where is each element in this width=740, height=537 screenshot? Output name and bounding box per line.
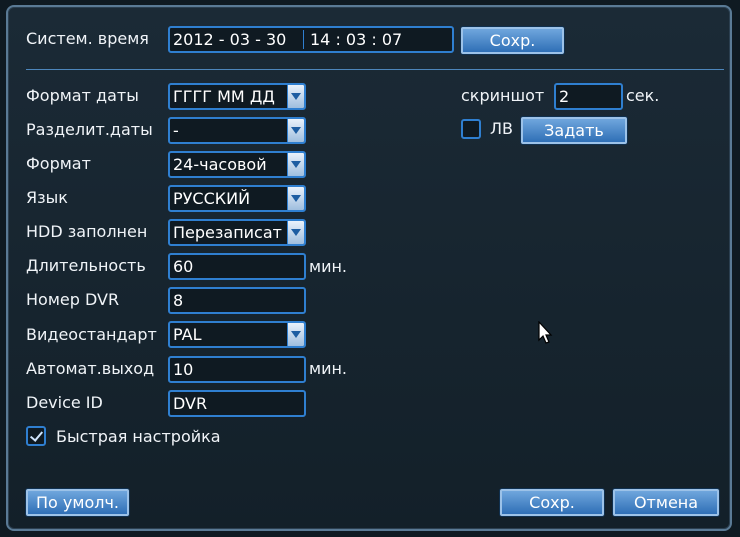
- date-separator-label: Разделит.даты: [26, 120, 153, 139]
- system-time-value[interactable]: 14 : 03 : 07: [310, 28, 402, 51]
- date-format-label: Формат даты: [26, 86, 139, 105]
- auto-logout-unit: мин.: [309, 359, 348, 378]
- date-separator-value: -: [173, 121, 179, 140]
- save-button[interactable]: Сохр.: [500, 489, 604, 516]
- chevron-down-icon[interactable]: [287, 85, 304, 108]
- date-time-separator: [303, 30, 304, 49]
- dvr-number-input[interactable]: 8: [168, 287, 306, 314]
- mouse-cursor-icon: [538, 321, 553, 344]
- quick-setup-label: Быстрая настройка: [56, 427, 221, 446]
- dvr-number-label: Номер DVR: [26, 290, 120, 309]
- time-format-select[interactable]: 24-часовой: [168, 151, 306, 178]
- system-date-value[interactable]: 2012 - 03 - 30: [173, 30, 286, 49]
- duration-input[interactable]: 60: [168, 253, 306, 280]
- chevron-down-icon[interactable]: [287, 153, 304, 176]
- defaults-button[interactable]: По умолч.: [26, 489, 129, 516]
- save-time-button[interactable]: Сохр.: [461, 27, 564, 54]
- chevron-down-icon[interactable]: [287, 119, 304, 142]
- lv-label: ЛВ: [490, 119, 514, 138]
- language-select[interactable]: РУССКИЙ: [168, 185, 306, 212]
- system-time-label: Систем. время: [26, 29, 149, 48]
- system-time-field[interactable]: 2012 - 03 - 30 14 : 03 : 07: [168, 26, 454, 53]
- time-format-label: Формат: [26, 154, 91, 173]
- lv-checkbox[interactable]: [461, 119, 481, 139]
- device-id-input[interactable]: DVR: [168, 390, 306, 417]
- video-standard-label: Видеостандарт: [26, 325, 157, 344]
- video-standard-value: PAL: [173, 325, 202, 344]
- duration-label: Длительность: [26, 256, 146, 275]
- screenshot-label: скриншот: [461, 86, 545, 105]
- divider: [26, 69, 724, 70]
- date-separator-select[interactable]: -: [168, 117, 306, 144]
- language-value: РУССКИЙ: [173, 189, 251, 208]
- hdd-full-value: Перезаписат: [173, 223, 282, 242]
- chevron-down-icon[interactable]: [287, 323, 304, 346]
- chevron-down-icon[interactable]: [287, 187, 304, 210]
- date-format-select[interactable]: ГГГГ ММ ДД: [168, 83, 306, 110]
- cancel-button[interactable]: Отмена: [613, 489, 719, 516]
- screenshot-unit: сек.: [626, 86, 660, 105]
- set-button[interactable]: Задать: [521, 117, 627, 144]
- device-id-label: Device ID: [26, 393, 103, 412]
- hdd-full-select[interactable]: Перезаписат: [168, 219, 306, 246]
- duration-unit: мин.: [309, 257, 348, 276]
- language-label: Язык: [26, 188, 68, 207]
- date-format-value: ГГГГ ММ ДД: [173, 87, 275, 106]
- quick-setup-checkbox[interactable]: [26, 426, 46, 446]
- chevron-down-icon[interactable]: [287, 221, 304, 244]
- hdd-full-label: HDD заполнен: [26, 222, 148, 241]
- time-format-value: 24-часовой: [173, 155, 267, 174]
- auto-logout-input[interactable]: 10: [168, 356, 306, 383]
- video-standard-select[interactable]: PAL: [168, 321, 306, 348]
- auto-logout-label: Автомат.выход: [26, 359, 155, 378]
- screenshot-input[interactable]: 2: [554, 83, 623, 110]
